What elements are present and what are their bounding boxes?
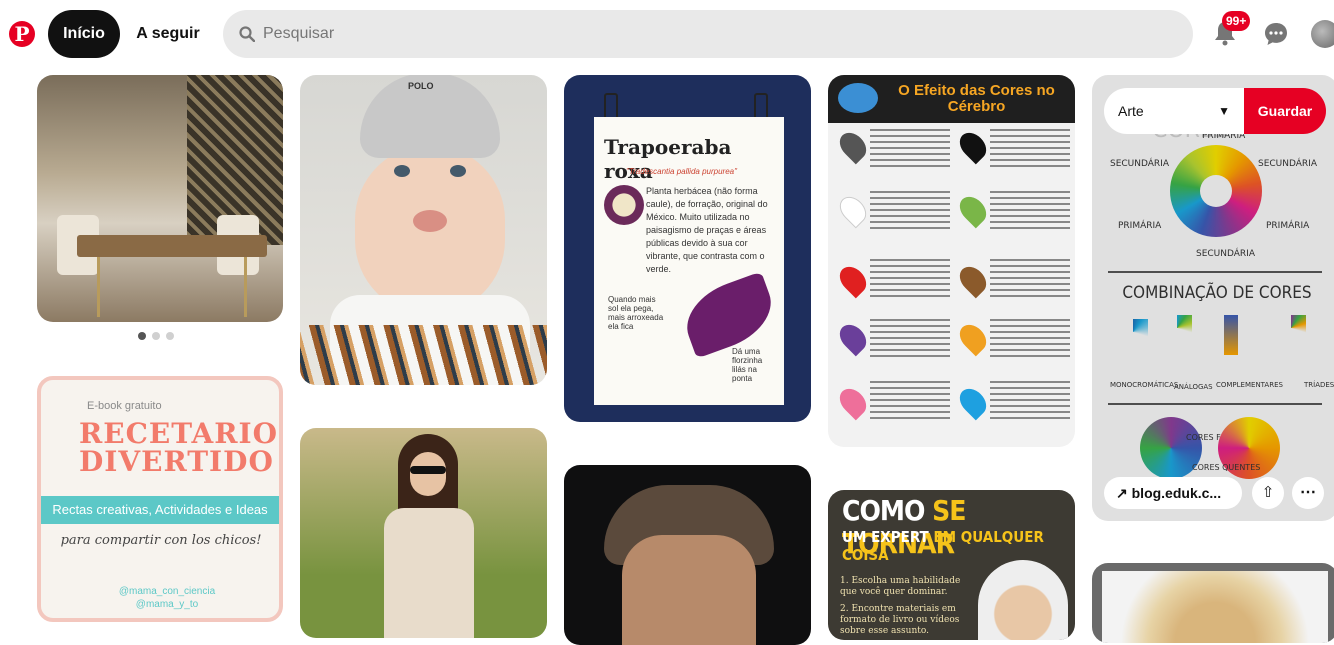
map-pin-icon — [954, 383, 992, 421]
pin-como-se-tornar[interactable]: COMO SE TORNAR UM EXPERT EM QUALQUER COI… — [828, 490, 1075, 640]
chevron-down-icon[interactable]: ▼ — [1218, 88, 1230, 134]
pin-text-block — [870, 191, 950, 231]
pin-text-block — [990, 259, 1070, 299]
pin-dining-room[interactable] — [37, 75, 283, 322]
pin-recetario-divertido[interactable]: E-book gratuito RECETARIO DIVERTIDO Rect… — [37, 376, 283, 622]
pin-image-cap: POLO — [360, 75, 500, 158]
cap-text: POLO — [408, 81, 434, 91]
pin-image-portrait — [978, 560, 1068, 640]
carousel-dots[interactable] — [138, 332, 174, 340]
messages-icon[interactable] — [1262, 20, 1290, 48]
board-select-label: Arte — [1118, 103, 1144, 119]
more-options-icon[interactable]: ⋯ — [1292, 477, 1324, 509]
pin-subtitle: "Tradescantia pallida purpurea" — [626, 167, 737, 176]
pin-text-block — [870, 259, 950, 299]
pinterest-logo-icon[interactable]: P — [9, 21, 35, 47]
top-bar: P Início A seguir 99+ — [0, 0, 1334, 68]
sunglasses-icon — [410, 466, 446, 474]
pin-image-hair — [1102, 571, 1328, 643]
map-pin-icon — [954, 261, 992, 299]
pin-trapoeraba-roxa[interactable]: Trapoeraba roxa "Tradescantia pallida pu… — [564, 75, 811, 422]
share-icon[interactable]: ⇧ — [1252, 477, 1284, 509]
pin-teoria-das-cores[interactable]: TEORIA DAS CORES PRIMÁRIA SECUNDÁRIA SEC… — [1092, 75, 1334, 521]
nav-home-button[interactable]: Início — [48, 10, 120, 58]
carousel-dot[interactable] — [152, 332, 160, 340]
map-pin-icon — [834, 383, 872, 421]
pin-image-face — [622, 535, 756, 645]
pin-woman-dress[interactable] — [300, 428, 547, 638]
arrow-up-right-icon: ↗ — [1116, 485, 1128, 501]
avatar[interactable] — [1311, 20, 1334, 48]
title-part: COMO — [842, 494, 925, 527]
pin-hair-photo[interactable] — [1092, 563, 1334, 643]
ebook-label: E-book gratuito — [87, 400, 162, 412]
pin-man-portrait[interactable] — [564, 465, 811, 645]
plant-illustration — [604, 185, 644, 225]
pin-steps: 1. Escolha uma habilidade que você quer … — [840, 576, 980, 637]
pin-text-block — [990, 129, 1070, 169]
carousel-dot[interactable] — [166, 332, 174, 340]
pin-title: RECETARIO DIVERTIDO — [79, 417, 279, 478]
subtitle-part: UM EXPERT — [842, 528, 929, 546]
pin-tagline: para compartir con los chicos! — [60, 533, 262, 548]
board-select[interactable]: Arte ▼ — [1104, 88, 1244, 134]
map-pin-icon — [954, 127, 992, 165]
map-pin-icon — [834, 191, 872, 229]
pin-body-text: Planta herbácea (não forma caule), de fo… — [646, 186, 768, 274]
pin-image-dress — [384, 508, 474, 638]
hover-overlay — [1092, 75, 1334, 521]
map-pin-icon — [834, 319, 872, 357]
pin-text-block — [870, 129, 950, 169]
pin-handle: @mama_con_ciencia — [118, 586, 216, 597]
step-item: 2. Encontre materiais em formato de livr… — [840, 604, 960, 636]
map-pin-icon — [954, 191, 992, 229]
pin-subtitle: UM EXPERT EM QUALQUER COISA — [842, 528, 1075, 564]
pin-image-table — [77, 235, 267, 257]
pin-image-lips — [413, 210, 447, 232]
map-pin-icon — [834, 261, 872, 299]
carousel-dot[interactable] — [138, 332, 146, 340]
pin-image-face — [410, 452, 446, 496]
source-link-label: blog.eduk.c... — [1131, 485, 1222, 501]
search-bar[interactable] — [223, 10, 1193, 58]
source-link[interactable]: ↗ blog.eduk.c... — [1104, 477, 1242, 509]
step-item: 1. Escolha uma habilidade que você quer … — [840, 576, 961, 597]
pin-handle: @mama_y_to — [135, 599, 199, 610]
notification-badge: 99+ — [1222, 11, 1251, 31]
pin-text-block — [990, 191, 1070, 231]
pin-image-eye — [450, 165, 466, 177]
save-button[interactable]: Guardar — [1244, 88, 1326, 134]
search-input[interactable] — [263, 10, 1163, 58]
search-icon — [239, 26, 255, 42]
pin-efeito-cores[interactable]: O Efeito das Cores no Cérebro — [828, 75, 1075, 447]
pin-baby-portrait[interactable]: POLO — [300, 75, 547, 385]
nav-following-button[interactable]: A seguir — [123, 10, 213, 58]
map-pin-icon — [834, 127, 872, 165]
pin-text-block — [990, 319, 1070, 359]
pin-note-right: Dá uma florzinha lilás na ponta — [732, 347, 763, 383]
pin-text-block — [990, 381, 1070, 421]
pin-image-pencils — [300, 325, 547, 385]
brain-icon — [838, 83, 878, 113]
map-pin-icon — [954, 319, 992, 357]
pin-image-eye — [394, 165, 410, 177]
pin-image-table-legs — [97, 257, 247, 317]
pin-band-text: Rectas creativas, Actividades e Ideas — [41, 496, 279, 524]
pin-note-left: Quando mais sol ela pega, mais arroxeada… — [608, 295, 664, 331]
pin-text-block — [870, 381, 950, 421]
pin-text-block — [870, 319, 950, 359]
